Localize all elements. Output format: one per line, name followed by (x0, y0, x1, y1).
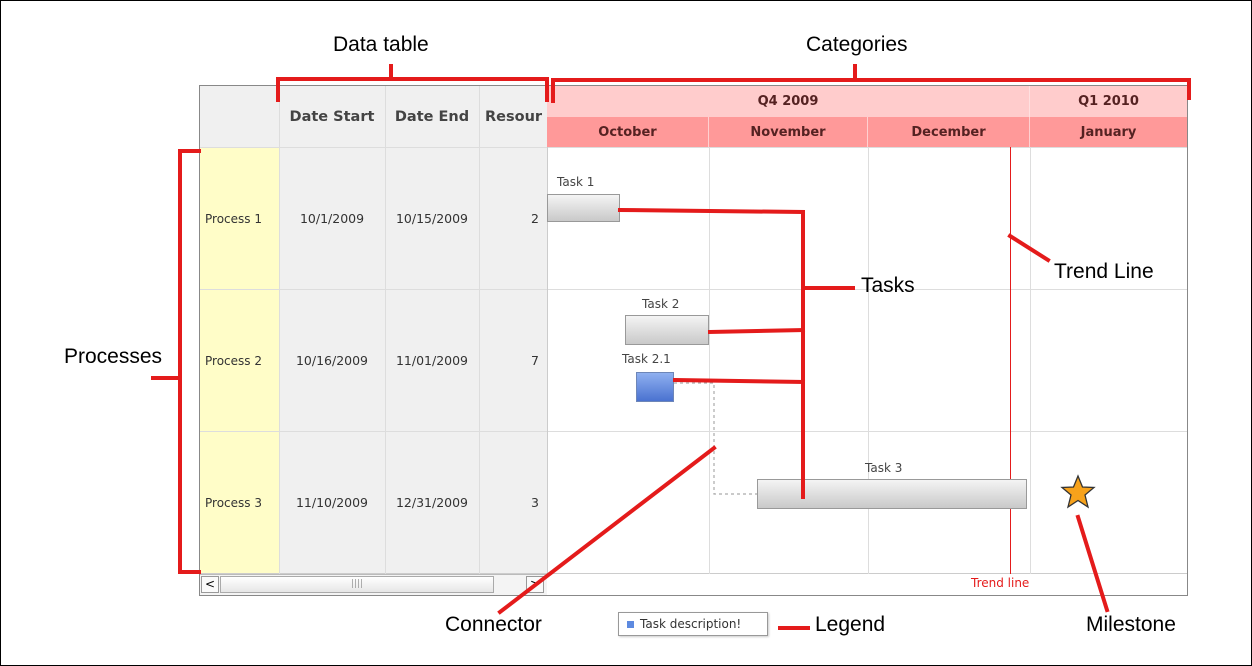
callout-categories: Categories (806, 33, 908, 56)
callout-trend-line: Trend Line (1054, 260, 1154, 283)
callout-tasks: Tasks (861, 274, 915, 297)
annotation-lines (151, 64, 1191, 630)
callout-legend: Legend (815, 613, 886, 636)
callout-processes: Processes (64, 345, 163, 368)
callout-connector: Connector (445, 613, 542, 636)
callout-milestone: Milestone (1086, 613, 1176, 636)
callout-data-table: Data table (333, 33, 429, 56)
